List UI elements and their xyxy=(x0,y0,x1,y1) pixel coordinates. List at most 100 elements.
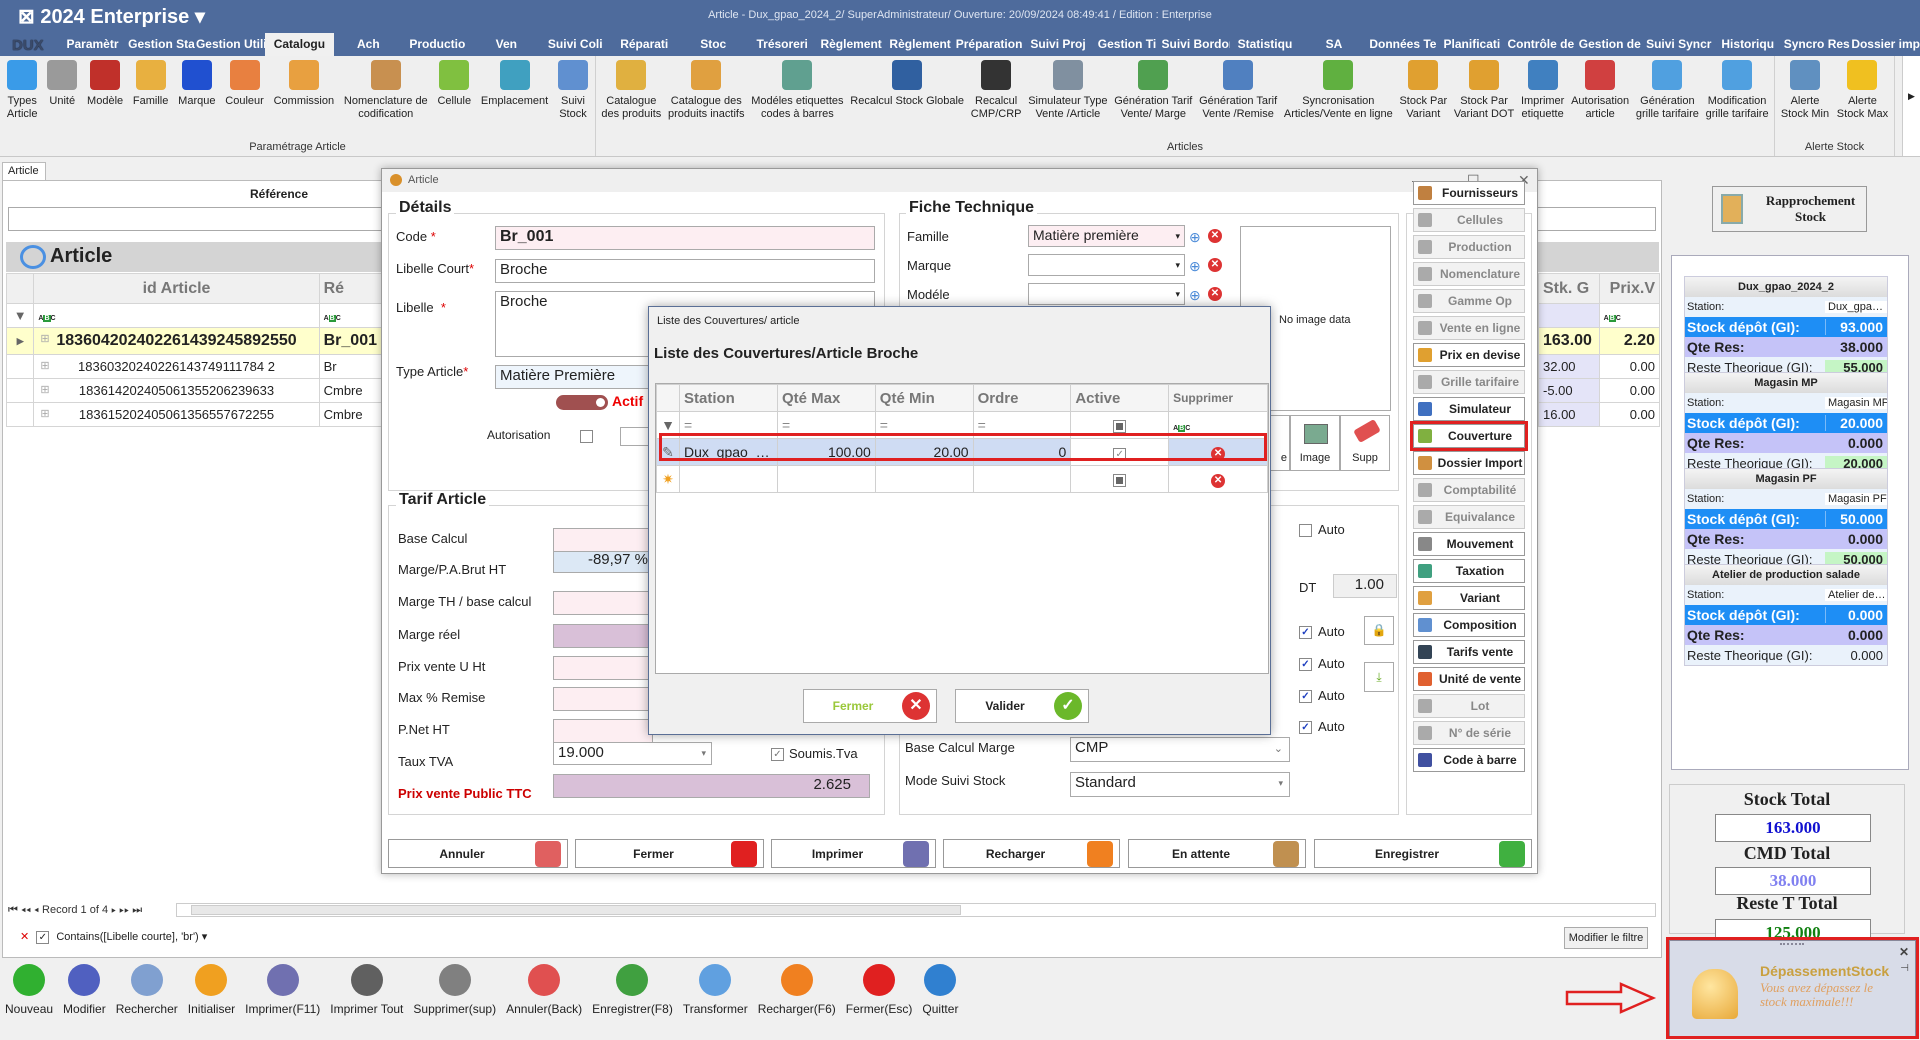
filter-cell[interactable] xyxy=(1538,303,1600,328)
rapprochement-stock-button[interactable]: Rapprochement Stock xyxy=(1712,186,1867,232)
libelle-court-field[interactable]: Broche xyxy=(495,259,875,283)
expand-row-icon[interactable]: ⊞ xyxy=(40,332,49,345)
price-cell[interactable]: 0.00 xyxy=(1598,354,1661,379)
actif-toggle[interactable] xyxy=(556,395,608,410)
nav-next-icon[interactable]: ▸ ▸▸ ⏭ xyxy=(108,904,142,916)
id-article-cell[interactable]: ⊞ 183615202405061356557672255 xyxy=(33,402,320,427)
download-green-icon[interactable]: ⤓ xyxy=(1364,662,1394,692)
imprimer-f11-button[interactable]: Imprimer(F11) xyxy=(240,962,325,1040)
menu-item-dossier-imp[interactable]: Dossier imp xyxy=(1851,33,1920,56)
unite-de-vente-button[interactable]: Unité de vente xyxy=(1413,667,1525,691)
mode-suivi-stock-combo[interactable]: Standard ▾ xyxy=(1070,772,1290,797)
modifier-button[interactable]: Modifier xyxy=(58,962,111,1040)
soumis-tva-checkbox[interactable]: ✓ xyxy=(771,748,784,761)
new-row[interactable]: ✷ ✕ xyxy=(656,465,1268,493)
autorisation-checkbox[interactable] xyxy=(580,430,593,443)
menu-item-syncro-res[interactable]: Syncro Res xyxy=(1782,33,1851,56)
rechercher-button[interactable]: Rechercher xyxy=(111,962,183,1040)
code-a-barre-button[interactable]: Code à barre xyxy=(1413,748,1525,772)
menu-item-sa[interactable]: SA xyxy=(1299,33,1368,56)
valider-button[interactable]: Valider ✓ xyxy=(955,689,1089,723)
marque-combo[interactable]: ▾ xyxy=(1028,254,1185,276)
remove-marque-icon[interactable]: ✕ xyxy=(1208,256,1222,272)
nouveau-button[interactable]: Nouveau xyxy=(0,962,58,1040)
table-row[interactable]: 16.00 0.00 xyxy=(1538,402,1661,427)
column-header-stk-g[interactable]: Stk. G xyxy=(1538,273,1600,304)
id-article-cell[interactable]: ⊞ 18360320240226143749111784 2 xyxy=(33,354,320,379)
delete-row-icon[interactable]: ✕ xyxy=(1168,465,1268,493)
composition-button[interactable]: Composition xyxy=(1413,613,1525,637)
clear-filter-icon[interactable]: ✕ xyxy=(20,931,29,943)
menu-item-catalogu[interactable]: Catalogu xyxy=(264,33,334,56)
new-row-cell[interactable] xyxy=(874,465,974,493)
reference-cell[interactable]: Br xyxy=(318,354,383,379)
simulateur-button[interactable]: Simulateur xyxy=(1413,397,1525,421)
column-header-ordre[interactable]: Ordre xyxy=(972,384,1072,412)
menu-item-planificati[interactable]: Planificati xyxy=(1437,33,1506,56)
modele-combo[interactable]: ▾ xyxy=(1028,283,1185,305)
supprimer-sup-button[interactable]: Supprimer(sup) xyxy=(408,962,501,1040)
stock-cell[interactable]: 32.00 xyxy=(1538,354,1600,379)
menu-item-tresoreri[interactable]: Trésoreri xyxy=(748,33,817,56)
auto-checkbox-1[interactable] xyxy=(1299,524,1312,537)
menu-item-ven[interactable]: Ven xyxy=(472,33,541,56)
table-row[interactable]: ⊞ 183614202405061355206239633 Cmbre xyxy=(5,378,383,403)
auto-checkbox-checked[interactable]: ✓ xyxy=(1299,721,1312,734)
record-navigator[interactable]: ⏮ ◂◂ ◂ Record 1 of 4 ▸ ▸▸ ⏭ xyxy=(8,904,142,917)
stock-cell[interactable]: 16.00 xyxy=(1538,402,1600,427)
id-article-cell[interactable]: ⊞ 183614202405061355206239633 xyxy=(33,378,320,403)
add-marque-icon[interactable]: ⊕ xyxy=(1189,258,1201,275)
grille-tarifaire-button[interactable]: Grille tarifaire xyxy=(1413,370,1525,394)
nomenclature-button[interactable]: Nomenclature xyxy=(1413,262,1525,286)
taux-tva-combo[interactable]: 19.000 ▾ xyxy=(553,742,712,765)
lot-button[interactable]: Lot xyxy=(1413,694,1525,718)
expand-row-icon[interactable]: ⊞ xyxy=(40,383,49,396)
add-modele-icon[interactable]: ⊕ xyxy=(1189,287,1201,304)
nav-first-icon[interactable]: ⏮ ◂◂ ◂ xyxy=(8,904,42,916)
filter-cell[interactable]: ABC xyxy=(318,303,383,328)
autorisation-field[interactable] xyxy=(620,427,650,446)
taxation-button[interactable]: Taxation xyxy=(1413,559,1525,583)
column-header-qte-min[interactable]: Qté Min xyxy=(874,384,974,412)
menu-item-reglement[interactable]: Règlement xyxy=(817,33,886,56)
production-button[interactable]: Production xyxy=(1413,235,1525,259)
quitter-button[interactable]: Quitter xyxy=(917,962,963,1040)
enregistrer-f8-button[interactable]: Enregistrer(F8) xyxy=(587,962,678,1040)
menu-item-gestion-sta[interactable]: Gestion Sta xyxy=(127,33,196,56)
menu-item-statistiqu[interactable]: Statistiqu xyxy=(1230,33,1299,56)
column-header-supprimer[interactable]: Supprimer xyxy=(1168,384,1268,412)
field-marge-th-base-calcul[interactable] xyxy=(553,591,653,615)
recharger-f6-button[interactable]: Recharger(F6) xyxy=(753,962,841,1040)
tarifs-vente-button[interactable]: Tarifs vente xyxy=(1413,640,1525,664)
column-header-active[interactable]: Active xyxy=(1070,384,1170,412)
fermer-button[interactable]: Fermer xyxy=(575,839,764,868)
menu-item-suivi-proj[interactable]: Suivi Proj xyxy=(1024,33,1093,56)
filter-cell[interactable]: ABC xyxy=(33,303,320,328)
new-row-cell[interactable] xyxy=(776,465,876,493)
dt-field[interactable]: 1.00 xyxy=(1333,574,1397,598)
price-cell[interactable]: 0.00 xyxy=(1598,378,1661,403)
table-row[interactable]: ⊞ 183615202405061356557672255 Cmbre xyxy=(5,402,383,427)
new-row-cell[interactable] xyxy=(972,465,1072,493)
menu-item-preparation[interactable]: Préparation xyxy=(955,33,1024,56)
menu-item-reparati[interactable]: Réparati xyxy=(610,33,679,56)
remove-famille-icon[interactable]: ✕ xyxy=(1208,227,1222,243)
stock-cell[interactable]: -5.00 xyxy=(1538,378,1600,403)
n-de-serie-button[interactable]: N° de série xyxy=(1413,721,1525,745)
horizontal-scrollbar[interactable] xyxy=(176,903,1656,917)
table-row[interactable]: -5.00 0.00 xyxy=(1538,378,1661,403)
menu-item-suivi-bordor[interactable]: Suivi Bordor xyxy=(1162,33,1231,56)
prix-ttc-field[interactable]: 2.625 xyxy=(553,774,870,798)
reference-cell[interactable]: Cmbre xyxy=(318,402,383,427)
fermer-esc-button[interactable]: Fermer(Esc) xyxy=(841,962,918,1040)
menu-item-donnees-te[interactable]: Données Te xyxy=(1368,33,1437,56)
active-checkbox[interactable] xyxy=(1070,465,1170,493)
tab-article[interactable]: Article xyxy=(2,162,46,181)
table-row[interactable]: 32.00 0.00 xyxy=(1538,354,1661,379)
menu-item-parametr[interactable]: Paramètr xyxy=(58,33,127,56)
field-p-net-ht[interactable] xyxy=(553,719,653,743)
couverture-button[interactable]: Couverture xyxy=(1410,421,1528,451)
id-article-cell[interactable]: ⊞ 183604202402261439245892550 xyxy=(33,327,320,355)
recharger-button[interactable]: Recharger xyxy=(943,839,1120,868)
field-base-calcul[interactable] xyxy=(553,528,653,552)
